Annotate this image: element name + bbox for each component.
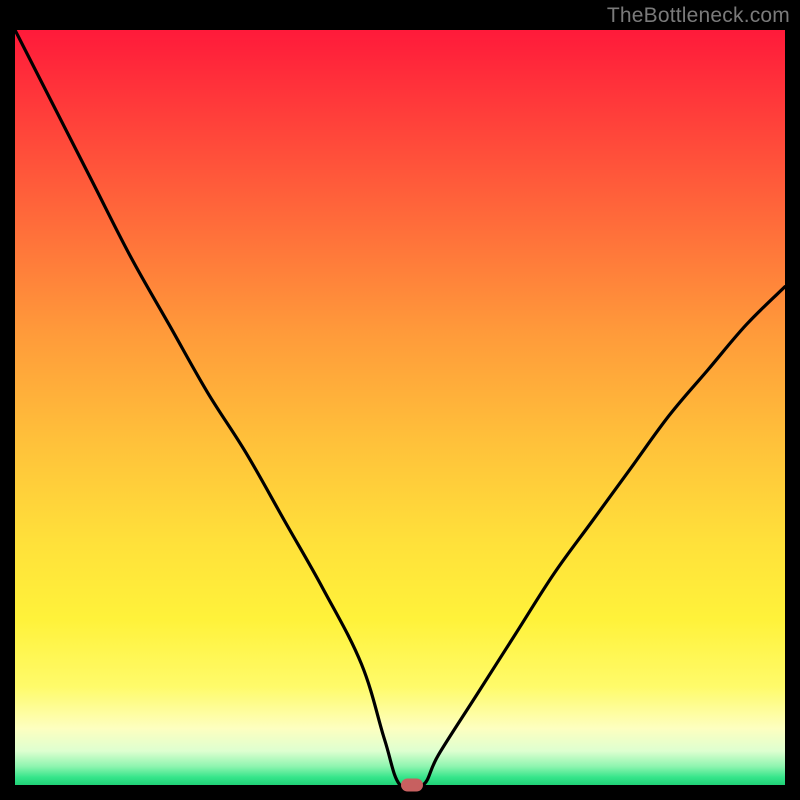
plot-area: [15, 30, 785, 785]
chart-frame: TheBottleneck.com: [0, 0, 800, 800]
bottleneck-curve: [15, 30, 785, 785]
watermark-text: TheBottleneck.com: [607, 4, 790, 28]
optimal-point-marker: [401, 779, 423, 792]
